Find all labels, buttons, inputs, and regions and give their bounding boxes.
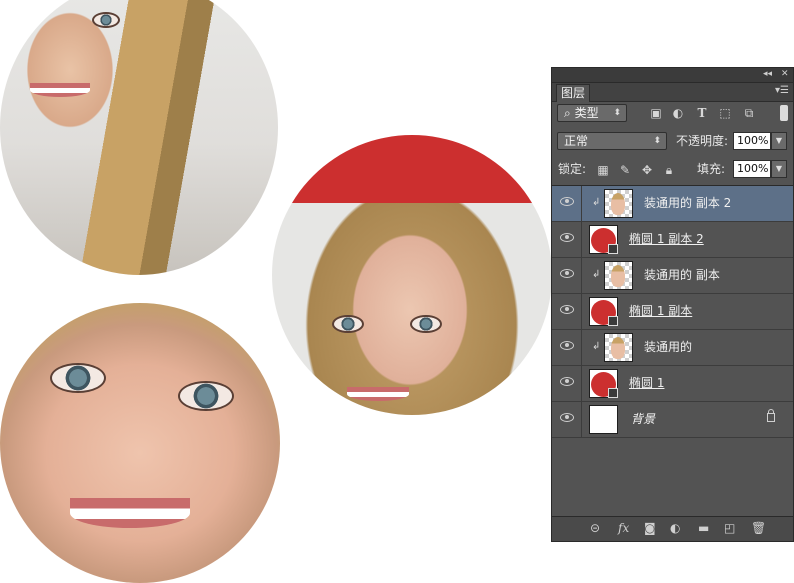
portrait-circle-closeup (0, 303, 280, 583)
shape-layer-thumbnail[interactable] (589, 225, 618, 254)
filter-kind-label: 类型 (574, 106, 599, 120)
visibility-toggle[interactable] (552, 258, 582, 293)
mouth-shape (347, 387, 409, 401)
layer-name: 椭圆 1 (629, 376, 665, 390)
opacity-field[interactable]: 100% (733, 132, 771, 150)
dropdown-arrow-icon: ⬍ (653, 136, 661, 146)
adjustment-layer-icon[interactable]: ◐ (670, 521, 680, 535)
clipping-mask-icon: ↲ (592, 197, 601, 208)
eye-icon (560, 233, 574, 242)
blend-mode-value: 正常 (564, 134, 589, 148)
blend-row: 正常 ⬍ 不透明度: 100% ▼ (552, 130, 793, 152)
shape-filter-icon[interactable]: ⬚ (718, 106, 732, 120)
link-layers-icon[interactable]: ⊝ (590, 521, 600, 535)
shape-layer-thumbnail[interactable] (589, 369, 618, 398)
vector-mask-icon (608, 388, 618, 398)
eye-icon (560, 197, 574, 206)
eye-shape (332, 315, 364, 333)
visibility-toggle[interactable] (552, 294, 582, 329)
vector-mask-icon (608, 244, 618, 254)
portrait-circle-red-cap (272, 135, 552, 415)
fill-slider-button[interactable]: ▼ (771, 160, 787, 178)
new-group-icon[interactable]: ▬ (698, 521, 709, 535)
blend-mode-dropdown[interactable]: 正常 ⬍ (557, 132, 667, 150)
eye-icon (560, 305, 574, 314)
layer-row[interactable]: 背景 (552, 402, 793, 438)
portrait-circle-top-left (0, 0, 278, 275)
layer-row[interactable]: 椭圆 1 (552, 366, 793, 402)
portrait-thumbnail-image (611, 337, 625, 359)
eye-icon (560, 377, 574, 386)
filter-toggle-switch[interactable] (780, 105, 788, 121)
visibility-toggle[interactable] (552, 330, 582, 365)
filter-kind-dropdown[interactable]: ⌕ 类型 ⬍ (557, 104, 627, 122)
visibility-toggle[interactable] (552, 402, 582, 437)
vector-mask-icon (608, 316, 618, 326)
delete-layer-icon[interactable]: 🗑︎ (751, 521, 766, 535)
eye-shape (178, 381, 234, 411)
layer-row[interactable]: 椭圆 1 副本 2 (552, 222, 793, 258)
new-layer-icon[interactable]: ◰ (724, 521, 735, 535)
opacity-label: 不透明度: (676, 134, 729, 148)
image-filter-icon[interactable]: ▣ (649, 106, 663, 120)
search-icon: ⌕ (564, 106, 571, 120)
eye-icon (560, 413, 574, 422)
fill-field[interactable]: 100% (733, 160, 771, 178)
visibility-toggle[interactable] (552, 186, 582, 221)
lock-image-pixels-icon[interactable]: ✎ (618, 163, 632, 177)
layer-name: 椭圆 1 副本 (629, 304, 693, 318)
photo-layer-thumbnail[interactable] (604, 189, 633, 218)
portrait-thumbnail-image (611, 193, 625, 215)
visibility-toggle[interactable] (552, 366, 582, 401)
shape-layer-thumbnail[interactable] (589, 297, 618, 326)
dropdown-arrow-icon: ⬍ (613, 108, 621, 118)
layer-name: 装通用的 副本 (644, 268, 720, 282)
adjustment-filter-icon[interactable]: ◐ (671, 106, 685, 120)
panel-tab-bar: 图层 ▾☰ (552, 83, 793, 102)
smart-object-filter-icon[interactable]: ⧉ (742, 106, 756, 120)
layer-name: 装通用的 副本 2 (644, 196, 732, 210)
eye-shape (410, 315, 442, 333)
fx-icon[interactable]: fx (618, 521, 629, 535)
close-panel-icon[interactable]: ✕ (781, 69, 789, 79)
panel-title-strip: ◂◂ ✕ (552, 68, 793, 83)
layer-lock-icon (767, 409, 775, 422)
eye-icon (560, 269, 574, 278)
background-layer-thumbnail[interactable] (589, 405, 618, 434)
layer-name: 背景 (631, 412, 656, 426)
eye-icon (560, 341, 574, 350)
opacity-slider-button[interactable]: ▼ (771, 132, 787, 150)
layers-list: ↲ 装通用的 副本 2 椭圆 1 副本 2 ↲ 装通用的 副本椭圆 1 副本 ↲ 装通用的椭… (552, 185, 793, 517)
collapse-panel-icon[interactable]: ◂◂ (763, 69, 772, 79)
layer-row[interactable]: ↲ 装通用的 (552, 330, 793, 366)
photo-layer-thumbnail[interactable] (604, 333, 633, 362)
layer-name: 装通用的 (644, 340, 693, 354)
layers-panel: ◂◂ ✕ 图层 ▾☰ ⌕ 类型 ⬍ ▣ ◐ T ⬚ ⧉ 正常 ⬍ 不透明度: 1… (551, 67, 794, 542)
layer-row[interactable]: ↲ 装通用的 副本 (552, 258, 793, 294)
photo-layer-thumbnail[interactable] (604, 261, 633, 290)
layer-name: 椭圆 1 副本 2 (629, 232, 704, 246)
layer-row[interactable]: 椭圆 1 副本 (552, 294, 793, 330)
add-mask-icon[interactable]: ◙ (644, 521, 656, 535)
layer-row[interactable]: ↲ 装通用的 副本 2 (552, 186, 793, 222)
clipping-mask-icon: ↲ (592, 341, 601, 352)
tab-layers[interactable]: 图层 (556, 84, 591, 102)
type-filter-icon[interactable]: T (695, 106, 709, 120)
mouth-shape (30, 83, 90, 97)
lock-label: 锁定: (558, 162, 587, 176)
layers-panel-footer: ⊝ fx ◙ ◐ ▬ ◰ 🗑︎ (552, 516, 793, 541)
fill-label: 填充: (697, 162, 726, 176)
visibility-toggle[interactable] (552, 222, 582, 257)
lock-transparent-pixels-icon[interactable]: ▦ (596, 163, 610, 177)
lock-row: 锁定: ▦ ✎ ✥ 🔒︎ 填充: 100% ▼ (552, 158, 793, 180)
lock-position-icon[interactable]: ✥ (640, 163, 654, 177)
clipping-mask-icon: ↲ (592, 269, 601, 280)
portrait-thumbnail-image (611, 265, 625, 287)
panel-menu-icon[interactable]: ▾☰ (775, 85, 789, 96)
filter-row: ⌕ 类型 ⬍ ▣ ◐ T ⬚ ⧉ (552, 102, 793, 124)
eye-shape (50, 363, 106, 393)
lock-all-icon[interactable]: 🔒︎ (662, 163, 676, 177)
mouth-shape (70, 498, 190, 528)
eye-shape (92, 12, 120, 28)
